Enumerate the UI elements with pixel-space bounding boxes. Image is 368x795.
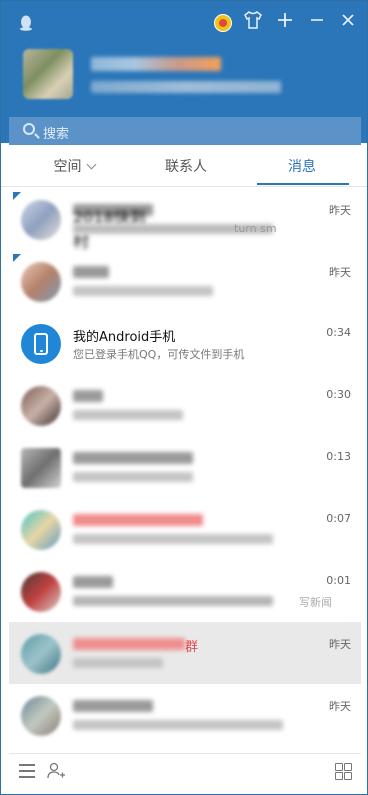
time-label: 0:34 <box>326 326 351 339</box>
time-label: 昨天 <box>329 204 351 217</box>
tab-space[interactable]: 空间 <box>19 156 129 176</box>
list-item[interactable]: 0:07 <box>9 498 361 560</box>
list-item[interactable]: 昨天 <box>9 684 361 746</box>
avatar[interactable] <box>23 49 73 99</box>
unread-flag <box>13 254 21 262</box>
tab-messages[interactable]: 消息 <box>247 156 357 176</box>
android-phone-icon <box>21 324 61 364</box>
tab-contacts[interactable]: 联系人 <box>131 156 241 176</box>
avatar <box>21 572 61 612</box>
avatar <box>21 510 61 550</box>
contact-name <box>73 390 103 402</box>
vip-icon[interactable] <box>211 11 235 35</box>
menu-icon[interactable] <box>19 764 35 778</box>
message-preview <box>73 534 273 544</box>
avatar <box>21 634 61 674</box>
app-manager-icon[interactable] <box>335 763 352 780</box>
skin-icon[interactable] <box>241 11 265 35</box>
qq-main-window: 搜索 空间 联系人 消息 2018快到村 turn sm 昨天 昨天 我的And… <box>0 0 368 795</box>
time-label: 0:07 <box>326 512 351 525</box>
message-preview-tail: turn sm <box>234 222 277 235</box>
list-item[interactable]: 昨天 <box>9 250 361 312</box>
message-preview <box>73 596 273 606</box>
avatar <box>21 448 61 488</box>
time-label: 昨天 <box>329 266 351 279</box>
search-input[interactable]: 搜索 <box>9 117 361 145</box>
message-preview: 您已登录手机QQ，可传文件到手机 <box>73 348 245 361</box>
contact-name <box>73 576 113 588</box>
conversation-list[interactable]: 2018快到村 turn sm 昨天 昨天 我的Android手机 您已登录手机… <box>9 188 361 753</box>
list-item[interactable]: 群 昨天 <box>9 622 361 684</box>
avatar <box>21 200 61 240</box>
message-preview <box>73 410 183 420</box>
list-item[interactable]: 0:13 <box>9 436 361 498</box>
contact-name <box>73 700 153 712</box>
time-label: 昨天 <box>329 638 351 651</box>
contact-name <box>73 452 193 464</box>
avatar <box>21 262 61 302</box>
title-bar[interactable] <box>1 1 367 41</box>
unread-flag <box>13 192 21 200</box>
time-label: 0:01 <box>326 574 351 587</box>
avatar <box>21 696 61 736</box>
contact-name <box>73 266 109 278</box>
profile-header: 搜索 <box>1 1 367 145</box>
time-label: 昨天 <box>329 700 351 713</box>
list-item[interactable]: 2018快到村 turn sm 昨天 <box>9 188 361 251</box>
list-item[interactable]: 写新闻 0:01 <box>9 560 361 622</box>
active-tab-indicator <box>257 183 349 185</box>
search-placeholder: 搜索 <box>43 127 70 142</box>
list-item[interactable]: 0:30 <box>9 374 361 436</box>
list-item[interactable]: 昨天 <box>9 746 361 753</box>
list-item[interactable]: 我的Android手机 您已登录手机QQ，可传文件到手机 0:34 <box>9 312 361 374</box>
message-preview-tail: 写新闻 <box>299 596 332 609</box>
search-icon <box>23 123 35 135</box>
signature-redacted[interactable] <box>91 81 281 93</box>
nickname-redacted[interactable] <box>91 57 221 71</box>
add-friend-icon[interactable] <box>47 762 65 780</box>
main-tabs: 空间 联系人 消息 <box>1 146 367 187</box>
bottom-toolbar <box>9 753 361 790</box>
time-label: 0:13 <box>326 450 351 463</box>
message-preview <box>73 472 193 482</box>
add-icon[interactable] <box>273 11 297 35</box>
contact-name <box>73 514 203 526</box>
close-icon[interactable] <box>336 11 360 35</box>
message-preview <box>73 286 213 296</box>
chevron-down-icon <box>86 159 96 170</box>
avatar <box>21 386 61 426</box>
contact-name: 2018快到村 <box>73 204 153 251</box>
contact-name <box>73 638 185 650</box>
minimize-icon[interactable] <box>305 11 329 35</box>
message-preview <box>73 720 283 730</box>
time-label: 0:30 <box>326 388 351 401</box>
contact-name: 我的Android手机 <box>73 330 176 345</box>
contact-name-tail: 群 <box>185 640 199 655</box>
qq-penguin-icon <box>19 15 33 31</box>
message-preview <box>73 658 163 668</box>
